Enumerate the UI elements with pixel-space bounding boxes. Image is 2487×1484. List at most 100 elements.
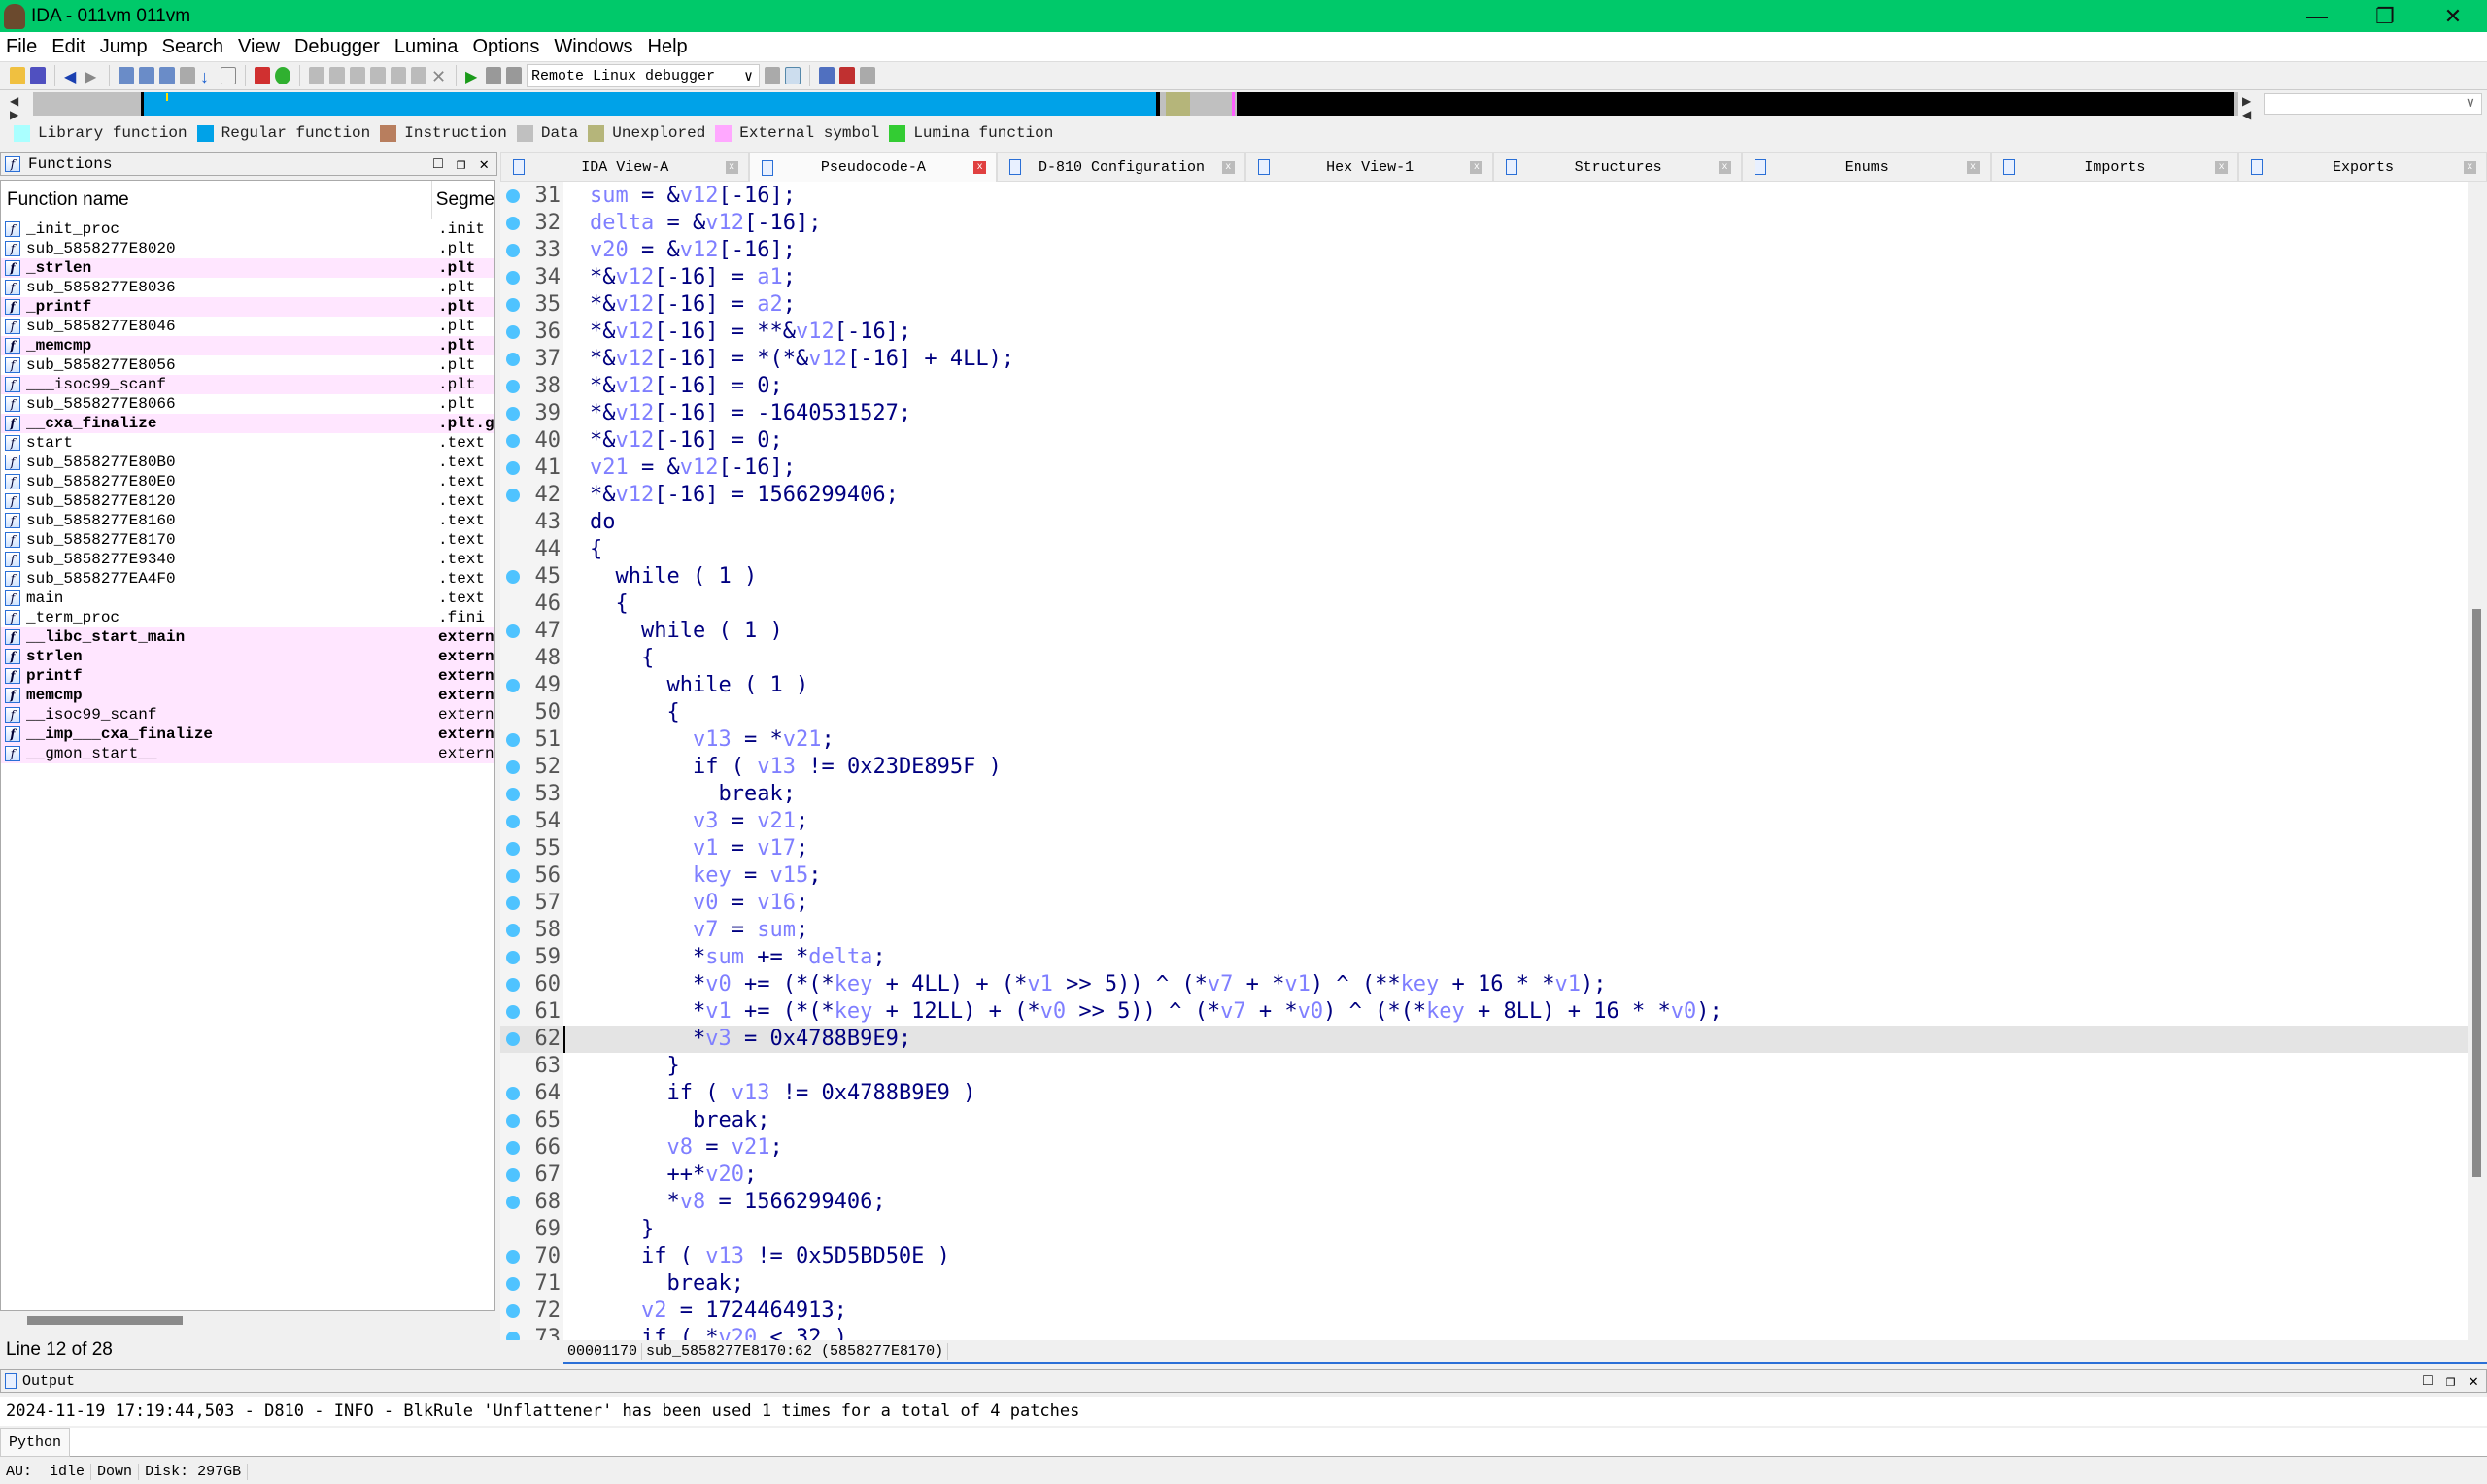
variable[interactable]: v12: [616, 401, 655, 425]
code-line[interactable]: 73 if ( *v20 < 32 ): [500, 1325, 2468, 1340]
breakpoint-dot-icon[interactable]: [506, 1168, 520, 1182]
function-row[interactable]: f memcmp extern: [1, 686, 494, 705]
function-row[interactable]: f __cxa_finalize .plt.g: [1, 414, 494, 433]
plugin-icon[interactable]: [819, 67, 835, 84]
breakpoint-dot-icon[interactable]: [506, 489, 520, 502]
nav-right-arrow-icon[interactable]: ▶ ◀: [2242, 94, 2251, 121]
code-line[interactable]: 70 if ( v13 != 0x5D5BD50E ): [500, 1243, 2468, 1270]
code-line[interactable]: 50 {: [500, 699, 2468, 726]
variable[interactable]: key: [1426, 999, 1465, 1024]
tab-close-icon[interactable]: x: [725, 160, 738, 174]
menu-windows[interactable]: Windows: [554, 36, 632, 58]
binary-search-icon[interactable]: [159, 67, 175, 84]
decompile-icon[interactable]: [765, 67, 780, 84]
variable[interactable]: v8: [666, 1135, 693, 1160]
function-row[interactable]: f sub_5858277E8020 .plt: [1, 239, 494, 258]
print-icon[interactable]: [180, 67, 195, 84]
code-line[interactable]: 52 if ( v13 != 0x23DE895F ): [500, 754, 2468, 781]
code-line[interactable]: 57 v0 = v16;: [500, 890, 2468, 917]
code-line[interactable]: 44 {: [500, 536, 2468, 563]
variable[interactable]: key: [835, 972, 873, 996]
code-line[interactable]: 41 v21 = &v12[-16];: [500, 455, 2468, 482]
breakpoint-dot-icon[interactable]: [506, 733, 520, 747]
variable[interactable]: sum: [757, 918, 796, 942]
breakpoint-dot-icon[interactable]: [506, 760, 520, 774]
variable[interactable]: v12: [796, 320, 835, 344]
breakpoint-dot-icon[interactable]: [506, 353, 520, 366]
variable[interactable]: v7: [1208, 972, 1234, 996]
code-line[interactable]: 31 sum = &v12[-16];: [500, 183, 2468, 210]
code-line[interactable]: 39 *&v12[-16] = -1640531527;: [500, 400, 2468, 427]
variable[interactable]: v2: [641, 1298, 667, 1323]
variable[interactable]: v21: [757, 809, 796, 833]
variable[interactable]: key: [693, 863, 732, 888]
breakpoint-dot-icon[interactable]: [506, 951, 520, 964]
breakpoint-dot-icon[interactable]: [506, 896, 520, 910]
debugger-select[interactable]: Remote Linux debugger ∨: [527, 64, 760, 87]
function-row[interactable]: f sub_5858277E80E0 .text: [1, 472, 494, 491]
variable[interactable]: v13: [705, 1244, 744, 1268]
function-row[interactable]: f _memcmp .plt: [1, 336, 494, 355]
function-row[interactable]: f main .text: [1, 589, 494, 608]
code-line[interactable]: 68 *v8 = 1566299406;: [500, 1189, 2468, 1216]
breakpoint-dot-icon[interactable]: [506, 1196, 520, 1209]
function-row[interactable]: f sub_5858277E9340 .text: [1, 550, 494, 569]
make-array-icon[interactable]: [391, 67, 406, 84]
variable[interactable]: v20: [718, 1326, 757, 1340]
functions-hscrollbar[interactable]: [2, 1311, 494, 1329]
code-line[interactable]: 59 *sum += *delta;: [500, 944, 2468, 971]
breakpoint-dot-icon[interactable]: [506, 815, 520, 828]
variable[interactable]: v12: [616, 320, 655, 344]
function-row[interactable]: f sub_5858277EA4F0 .text: [1, 569, 494, 589]
code-line[interactable]: 53 break;: [500, 781, 2468, 808]
tab-close-icon[interactable]: x: [1470, 160, 1483, 174]
tab-close-icon[interactable]: x: [2215, 160, 2229, 174]
breakpoint-dot-icon[interactable]: [506, 570, 520, 584]
pseudocode-sync-icon[interactable]: [785, 67, 801, 84]
function-row[interactable]: f __gmon_start__ extern: [1, 744, 494, 763]
menu-search[interactable]: Search: [162, 36, 223, 58]
save-icon[interactable]: [30, 67, 46, 84]
function-row[interactable]: f _term_proc .fini: [1, 608, 494, 627]
menu-file[interactable]: File: [6, 36, 37, 58]
back-icon[interactable]: ◀: [64, 67, 80, 85]
variable[interactable]: v12: [808, 347, 847, 371]
breakpoint-dot-icon[interactable]: [506, 1304, 520, 1318]
code-line[interactable]: 51 v13 = *v21;: [500, 726, 2468, 754]
function-row[interactable]: f sub_5858277E8170 .text: [1, 530, 494, 550]
breakpoint-dot-icon[interactable]: [506, 1005, 520, 1019]
code-line[interactable]: 35 *&v12[-16] = a2;: [500, 291, 2468, 319]
function-row[interactable]: f printf extern: [1, 666, 494, 686]
function-row[interactable]: f sub_5858277E8160 .text: [1, 511, 494, 530]
code-line[interactable]: 38 *&v12[-16] = 0;: [500, 373, 2468, 400]
variable[interactable]: v8: [680, 1190, 706, 1214]
variable[interactable]: v12: [680, 184, 719, 208]
function-row[interactable]: f ___isoc99_scanf .plt: [1, 375, 494, 394]
code-line[interactable]: 34 *&v12[-16] = a1;: [500, 264, 2468, 291]
variable[interactable]: v3: [693, 809, 719, 833]
tab-enums[interactable]: Enums x: [1741, 152, 1991, 182]
code-line[interactable]: 48 {: [500, 645, 2468, 672]
menu-edit[interactable]: Edit: [51, 36, 85, 58]
rename-icon[interactable]: [411, 67, 426, 84]
hscroll-thumb[interactable]: [27, 1316, 183, 1325]
code-line[interactable]: 43 do: [500, 509, 2468, 536]
function-row[interactable]: f sub_5858277E8066 .plt: [1, 394, 494, 414]
variable[interactable]: v21: [590, 455, 629, 480]
function-row[interactable]: f _init_proc .init: [1, 219, 494, 239]
breakpoint-dot-icon[interactable]: [506, 217, 520, 230]
code-line[interactable]: 47 while ( 1 ): [500, 618, 2468, 645]
code-line[interactable]: 33 v20 = &v12[-16];: [500, 237, 2468, 264]
tab-hex-view-1[interactable]: Hex View-1 x: [1244, 152, 1494, 182]
function-row[interactable]: f __imp___cxa_finalize extern: [1, 725, 494, 744]
variable[interactable]: v13: [757, 755, 796, 779]
breakpoint-remove-icon[interactable]: [860, 67, 875, 84]
tab-close-icon[interactable]: x: [973, 161, 987, 174]
variable[interactable]: a2: [757, 292, 783, 317]
tab-close-icon[interactable]: x: [2463, 160, 2476, 174]
variable[interactable]: v7: [1220, 999, 1246, 1024]
tab-close-icon[interactable]: x: [1221, 160, 1235, 174]
code-line[interactable]: 61 *v1 += (*(*key + 12LL) + (*v0 >> 5)) …: [500, 998, 2468, 1026]
variable[interactable]: v21: [783, 727, 822, 752]
variable[interactable]: v17: [757, 836, 796, 860]
